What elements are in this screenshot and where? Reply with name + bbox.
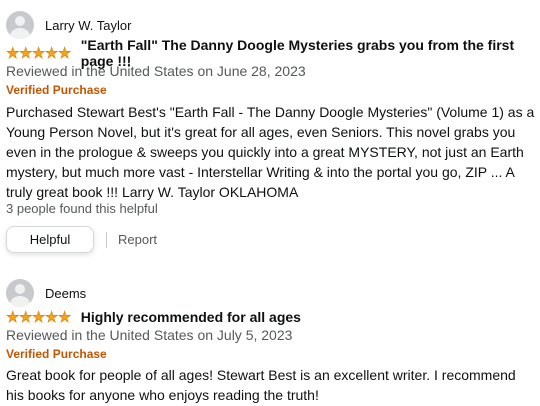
- divider: [106, 231, 107, 248]
- helpful-count: 3 people found this helpful: [6, 201, 158, 216]
- review-body: Great book for people of all ages! Stewa…: [6, 367, 516, 403]
- review-actions: Helpful Report: [6, 226, 157, 253]
- review-body: Purchased Stewart Best's "Earth Fall - T…: [6, 104, 535, 200]
- reviewer-name[interactable]: Larry W. Taylor: [45, 18, 131, 33]
- avatar-icon[interactable]: [6, 279, 34, 307]
- star-rating[interactable]: ★ ★ ★ ★ ★: [6, 44, 72, 62]
- reviewer-name[interactable]: Deems: [45, 286, 86, 301]
- review-date: Reviewed in the United States on June 28…: [6, 63, 306, 79]
- star-icon: ★: [6, 44, 20, 62]
- star-icon: ★: [57, 308, 72, 326]
- review-title[interactable]: Highly recommended for all ages: [81, 309, 301, 325]
- review-header: ★ ★ ★ ★ ★ Highly recommended for all age…: [6, 308, 301, 326]
- helpful-button[interactable]: Helpful: [6, 226, 94, 253]
- verified-purchase-badge[interactable]: Verified Purchase: [6, 83, 107, 97]
- review-header: ★ ★ ★ ★ ★ "Earth Fall" The Danny Doogle …: [6, 37, 540, 69]
- reviewer-profile[interactable]: Larry W. Taylor: [6, 10, 131, 40]
- review-date: Reviewed in the United States on July 5,…: [6, 327, 293, 343]
- star-icon: ★: [31, 308, 46, 326]
- star-icon: ★: [18, 44, 33, 62]
- star-icon: ★: [18, 308, 33, 326]
- star-icon: ★: [44, 44, 59, 62]
- verified-purchase-badge[interactable]: Verified Purchase: [6, 347, 107, 361]
- reviewer-profile[interactable]: Deems: [6, 278, 86, 308]
- star-icon: ★: [57, 44, 72, 62]
- report-link[interactable]: Report: [118, 232, 157, 247]
- star-icon: ★: [6, 308, 20, 326]
- star-icon: ★: [44, 308, 59, 326]
- star-icon: ★: [31, 44, 46, 62]
- avatar-icon[interactable]: [6, 11, 34, 39]
- star-rating[interactable]: ★ ★ ★ ★ ★: [6, 308, 72, 326]
